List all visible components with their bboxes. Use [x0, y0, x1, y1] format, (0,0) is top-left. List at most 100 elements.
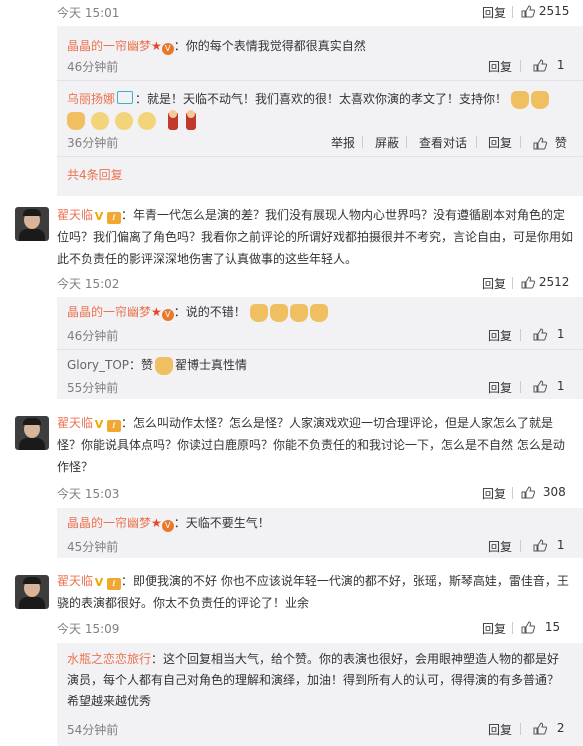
like-button[interactable]: 1	[533, 538, 564, 552]
thumbs-up-icon	[533, 722, 547, 735]
thumbs-up-icon	[533, 137, 547, 150]
thumbs-up-icon	[521, 486, 535, 499]
like-count: 308	[542, 485, 566, 499]
comment-text-line: 作怪？	[57, 460, 94, 474]
reply-item: 晶晶的一帘幽梦★ V ：你的每个表情我觉得都很真实自然	[67, 36, 366, 56]
person-emoji-icon	[186, 110, 197, 130]
divider	[57, 80, 583, 81]
thumbs-up-icon	[521, 5, 535, 18]
comment-body: 翟天临 Vℓ ：即便我演的不好 你也不应该说年轻一代演的都不好，张瑶，斯琴高娃，雷佳…	[57, 570, 577, 614]
view-conversation-button[interactable]: 查看对话	[419, 134, 467, 151]
like-button[interactable]: 308	[521, 485, 566, 499]
username-link[interactable]: 水瓶之恋恋旅行	[67, 652, 151, 666]
reply-item: 晶晶的一帘幽梦★ V ：说的不错！	[67, 302, 330, 322]
reply-text: ：赞	[129, 358, 154, 372]
reply-text: ：说的不错！	[173, 305, 246, 319]
reply-thread: 晶晶的一帘幽梦★ V ：说的不错！ 46分钟前 回复 1 Glory_TOP：赞 翟博…	[57, 297, 583, 399]
divider	[406, 136, 407, 148]
more-replies-link[interactable]: 共4条回复	[67, 166, 123, 183]
thumbs-up-icon	[533, 328, 547, 341]
emoji-row	[67, 110, 200, 130]
reply-button[interactable]: 回复	[488, 327, 512, 344]
avatar[interactable]	[15, 207, 49, 241]
divider	[520, 540, 521, 552]
username-link[interactable]: 乌丽扬娜	[67, 92, 115, 106]
fist-emoji-icon	[67, 112, 85, 130]
like-button[interactable]: 1	[533, 58, 564, 72]
member-badge-icon: V	[161, 520, 174, 532]
reply-button[interactable]: 回复	[488, 538, 512, 555]
like-count: 2515	[538, 4, 570, 18]
avatar[interactable]	[15, 416, 49, 450]
divider	[512, 622, 513, 634]
reply-button[interactable]: 回复	[482, 485, 506, 502]
divider	[57, 156, 583, 157]
like-count: 1	[556, 538, 565, 552]
like-button[interactable]: 2515	[521, 4, 569, 18]
comment-time: 今天 15:02	[57, 277, 120, 291]
comment-time: 今天 15:09	[57, 622, 120, 636]
reply-button[interactable]: 回复	[488, 58, 512, 75]
like-button[interactable]: 1	[533, 327, 564, 341]
thumbs-up-icon	[521, 621, 535, 634]
reply-time: 46分钟前	[67, 60, 119, 74]
thumbs-up-emoji-icon	[155, 356, 174, 375]
username-link[interactable]: 翟天临	[57, 574, 93, 588]
like-label: 赞	[554, 136, 567, 150]
reply-button[interactable]: 回复	[488, 721, 512, 738]
divider	[520, 381, 521, 393]
username-link[interactable]: 翟天临	[57, 416, 93, 430]
reply-button[interactable]: 回复	[482, 275, 506, 292]
like-button[interactable]: 1	[533, 379, 564, 393]
divider	[512, 487, 513, 499]
reply-button[interactable]: 回复	[488, 134, 512, 151]
username-link[interactable]: 翟天临	[57, 208, 93, 222]
reply-thread: 水瓶之恋恋旅行：这个回复相当大气，给个赞。你的表演也很好，会用眼神塑造人物的都是…	[57, 643, 583, 746]
camera-badge-icon	[117, 91, 134, 104]
reply-thread: 晶晶的一帘幽梦★ V ：天临不要生气！ 45分钟前 回复 1	[57, 508, 583, 558]
reply-button[interactable]: 回复	[482, 620, 506, 637]
username-link[interactable]: 晶晶的一帘幽梦	[67, 516, 151, 530]
verified-icon: V	[94, 418, 104, 431]
thumbs-up-icon	[533, 539, 547, 552]
divider	[512, 277, 513, 289]
member-badge-icon: V	[161, 43, 174, 55]
like-button[interactable]: 2512	[521, 275, 569, 289]
username-link[interactable]: 晶晶的一帘幽梦	[67, 305, 151, 319]
username-link[interactable]: Glory_TOP	[67, 358, 129, 372]
member-badge-icon: V	[161, 309, 174, 321]
reply-text: ：你的每个表情我觉得都很真实自然	[173, 39, 366, 53]
avatar[interactable]	[15, 575, 49, 609]
smiley-emoji-icon	[90, 112, 109, 130]
reply-item: 乌丽扬娜 ：就是！天临不动气！我们喜欢的很！太喜欢你演的孝文了！支持你！	[67, 89, 551, 109]
divider	[520, 723, 521, 735]
thumbs-up-icon	[533, 59, 547, 72]
divider	[57, 349, 583, 350]
reply-button[interactable]: 回复	[482, 4, 506, 21]
smiley-emoji-icon	[138, 112, 157, 130]
report-button[interactable]: 举报	[331, 134, 355, 151]
reply-item: Glory_TOP：赞 翟博士真性情	[67, 355, 247, 375]
like-count: 1	[556, 58, 565, 72]
username-link[interactable]: 晶晶的一帘幽梦	[67, 39, 151, 53]
divider	[520, 136, 521, 148]
reply-time: 36分钟前	[67, 136, 119, 150]
block-button[interactable]: 屏蔽	[375, 134, 399, 151]
reply-item: 晶晶的一帘幽梦★ V ：天临不要生气！	[67, 513, 270, 533]
like-count: 2	[556, 721, 565, 735]
comment-body: 翟天临 Vℓ ：年青一代怎么是演的差？我们没有展现人物内心世界吗？没有遵循剧本对角色…	[57, 204, 577, 270]
like-button[interactable]: 赞	[533, 134, 567, 151]
divider	[362, 136, 363, 148]
fist-emoji-icon	[530, 90, 549, 109]
reply-button[interactable]: 回复	[488, 379, 512, 396]
like-button[interactable]: 2	[533, 721, 564, 735]
like-count: 1	[556, 327, 565, 341]
comment-time: 今天 15:01	[57, 6, 120, 20]
star-icon: ★	[151, 516, 162, 530]
divider	[520, 329, 521, 341]
comment-text-line: 怪？你能说具体点吗？你读过白鹿原吗？你能不负责任的和我讨论一下，怎么是不自然 怎…	[57, 438, 565, 452]
thumbs-up-emoji-icon	[249, 303, 268, 322]
reply-text: 翟博士真性情	[175, 358, 248, 372]
thumbs-up-icon	[533, 380, 547, 393]
like-button[interactable]: 15	[521, 620, 560, 634]
